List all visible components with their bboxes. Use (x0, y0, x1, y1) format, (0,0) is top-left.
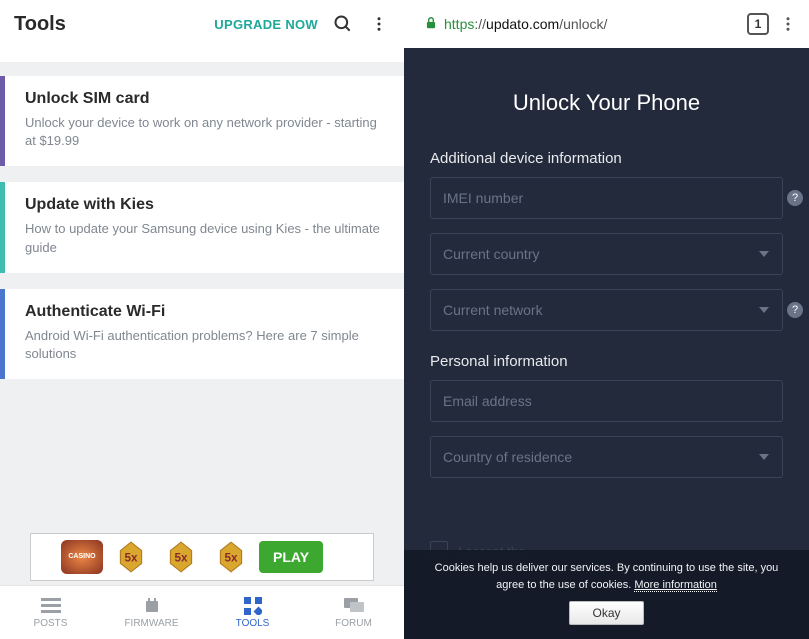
posts-icon (41, 597, 61, 615)
help-icon[interactable]: ? (787, 302, 803, 318)
tool-card-title: Authenticate Wi-Fi (25, 303, 388, 321)
tools-icon (243, 597, 263, 615)
current-country-select[interactable]: Current country (430, 233, 783, 275)
tool-card-desc: How to update your Samsung device using … (25, 220, 388, 256)
nav-label: FORUM (335, 618, 372, 629)
browser-more-icon[interactable] (777, 15, 799, 33)
nav-label: FIRMWARE (124, 618, 178, 629)
section-personal-info: Personal information (430, 353, 783, 370)
forum-icon (344, 597, 364, 615)
lock-icon (424, 16, 438, 33)
url-text: https://updato.com/unlock/ (444, 16, 607, 32)
cookie-banner: Cookies help us deliver our services. By… (404, 550, 809, 639)
tool-card-desc: Android Wi-Fi authentication problems? H… (25, 327, 388, 363)
left-content: Unlock SIM card Unlock your device to wo… (0, 48, 404, 533)
search-icon[interactable] (332, 13, 354, 35)
ad-coin-icon: 5x (209, 540, 253, 574)
residence-country-select[interactable]: Country of residence (430, 436, 783, 478)
left-app-header: Tools UPGRADE NOW (0, 0, 404, 48)
tabs-count-button[interactable]: 1 (747, 13, 769, 35)
nav-label: TOOLS (236, 618, 270, 629)
ad-coin-icon: 5x (109, 540, 153, 574)
tool-card-desc: Unlock your device to work on any networ… (25, 114, 388, 150)
imei-field[interactable]: IMEI number (430, 177, 783, 219)
cookie-okay-button[interactable]: Okay (569, 601, 643, 625)
current-network-select[interactable]: Current network (430, 289, 783, 331)
tool-card-title: Unlock SIM card (25, 90, 388, 108)
cookie-text: Cookies help us deliver our services. By… (435, 562, 779, 591)
screen-title: Tools (14, 13, 214, 36)
svg-text:5x: 5x (125, 551, 138, 564)
help-icon[interactable]: ? (787, 190, 803, 206)
right-phone-screen: https://updato.com/unlock/ 1 Unlock Your… (404, 0, 809, 639)
nav-firmware[interactable]: FIRMWARE (101, 586, 202, 639)
cookie-more-link[interactable]: More information (634, 579, 717, 592)
bottom-nav: POSTS FIRMWARE TOOLS FORUM (0, 585, 404, 639)
email-field[interactable]: Email address (430, 380, 783, 422)
nav-forum[interactable]: FORUM (303, 586, 404, 639)
right-page-content: Unlock Your Phone Additional device info… (404, 48, 809, 639)
tool-card-authenticate-wifi[interactable]: Authenticate Wi-Fi Android Wi-Fi authent… (0, 289, 404, 379)
svg-text:5x: 5x (225, 551, 238, 564)
tool-card-title: Update with Kies (25, 196, 388, 214)
url-input[interactable]: https://updato.com/unlock/ (414, 8, 739, 40)
browser-url-bar: https://updato.com/unlock/ 1 (404, 0, 809, 48)
more-icon[interactable] (368, 13, 390, 35)
tool-card-update-kies[interactable]: Update with Kies How to update your Sams… (0, 182, 404, 272)
tool-card-unlock-sim[interactable]: Unlock SIM card Unlock your device to wo… (0, 76, 404, 166)
ad-banner[interactable]: CASINO 5x 5x 5x PLAY (30, 533, 374, 581)
nav-tools[interactable]: TOOLS (202, 586, 303, 639)
section-device-info: Additional device information (430, 150, 783, 167)
nav-label: POSTS (34, 618, 68, 629)
partial-previous-card (0, 48, 404, 62)
nav-posts[interactable]: POSTS (0, 586, 101, 639)
page-title: Unlock Your Phone (430, 90, 783, 116)
firmware-icon (142, 597, 162, 615)
ad-logo-icon: CASINO (61, 540, 103, 574)
svg-text:5x: 5x (175, 551, 188, 564)
ad-coin-icon: 5x (159, 540, 203, 574)
left-phone-screen: Tools UPGRADE NOW Unlock SIM card Unlock… (0, 0, 404, 639)
upgrade-now-link[interactable]: UPGRADE NOW (214, 17, 318, 32)
ad-play-button[interactable]: PLAY (259, 541, 323, 573)
